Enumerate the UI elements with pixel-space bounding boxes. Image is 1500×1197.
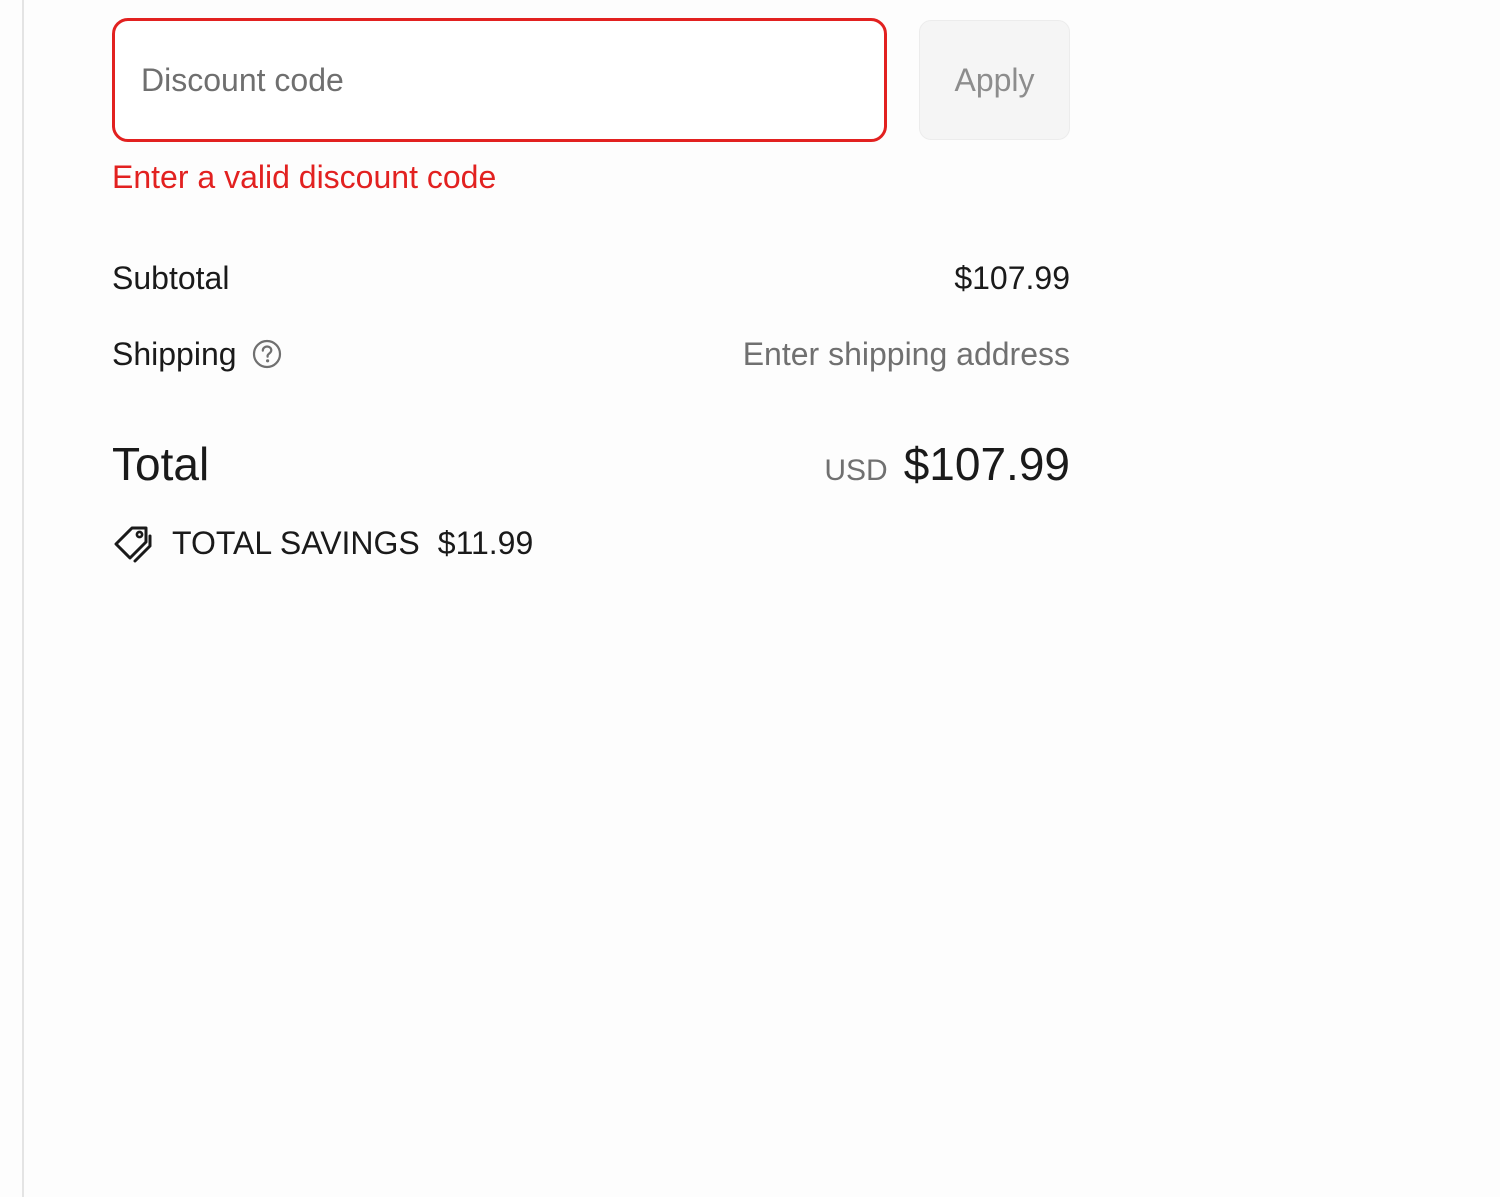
total-row: Total USD $107.99 bbox=[112, 436, 1070, 492]
order-summary: Apply Enter a valid discount code Subtot… bbox=[112, 18, 1070, 564]
discount-error-message: Enter a valid discount code bbox=[112, 159, 497, 195]
help-circle-icon[interactable] bbox=[251, 338, 283, 370]
total-savings-row: TOTAL SAVINGS $11.99 bbox=[112, 522, 1070, 564]
subtotal-row: Subtotal $107.99 bbox=[112, 258, 1070, 298]
discount-code-input[interactable] bbox=[112, 18, 887, 142]
subtotal-value: $107.99 bbox=[954, 259, 1070, 296]
price-tag-icon bbox=[112, 522, 154, 564]
checkout-order-summary: Apply Enter a valid discount code Subtot… bbox=[0, 0, 1500, 1197]
discount-code-row: Apply bbox=[112, 18, 1070, 142]
shipping-value: Enter shipping address bbox=[742, 335, 1070, 372]
apply-discount-button[interactable]: Apply bbox=[919, 20, 1070, 140]
subtotal-label: Subtotal bbox=[112, 259, 230, 296]
currency-code: USD bbox=[824, 454, 888, 487]
total-savings-value: $11.99 bbox=[437, 524, 534, 561]
shipping-row: Shipping Enter shipping address bbox=[112, 334, 1070, 374]
total-savings-label: TOTAL SAVINGS bbox=[172, 524, 420, 561]
column-divider bbox=[22, 0, 24, 1197]
shipping-label: Shipping bbox=[112, 335, 237, 372]
total-value: $107.99 bbox=[903, 438, 1070, 490]
total-price-group: USD $107.99 bbox=[824, 437, 1070, 491]
total-label: Total bbox=[112, 438, 210, 490]
shipping-label-group: Shipping bbox=[112, 336, 283, 373]
